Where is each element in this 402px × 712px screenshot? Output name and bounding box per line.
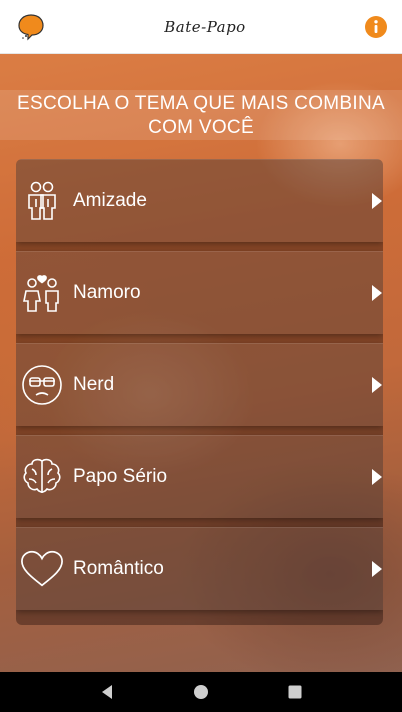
- theme-label: Romântico: [73, 558, 164, 579]
- chat-bubble-logo-icon[interactable]: [16, 12, 46, 42]
- chevron-right-icon: [372, 469, 382, 485]
- app-title: Bate-Papo: [164, 17, 246, 36]
- page-headline: ESCOLHA O TEMA QUE MAIS COMBINA COM VOCÊ: [0, 90, 402, 140]
- theme-label: Nerd: [73, 374, 115, 395]
- brain-icon: [23, 458, 61, 493]
- theme-item-papo-serio[interactable]: Papo Sério: [16, 435, 383, 518]
- theme-label: Namoro: [73, 282, 141, 303]
- nerd-face-icon: [22, 365, 62, 405]
- background-photo: ESCOLHA O TEMA QUE MAIS COMBINA COM VOCÊ…: [0, 54, 402, 672]
- theme-item-romantico[interactable]: Romântico: [16, 527, 383, 610]
- theme-item-amizade[interactable]: Amizade: [16, 159, 383, 242]
- heart-icon: [21, 550, 63, 587]
- chevron-right-icon: [372, 285, 382, 301]
- system-nav-bar: [0, 672, 402, 712]
- theme-label: Papo Sério: [73, 466, 168, 487]
- theme-item-nerd[interactable]: Nerd: [16, 343, 383, 426]
- theme-menu: Amizade Namoro Nerd Papo Sério Romântico: [16, 159, 383, 625]
- chevron-right-icon: [372, 561, 382, 577]
- info-icon[interactable]: [364, 15, 388, 39]
- chevron-right-icon: [372, 377, 382, 393]
- theme-item-namoro[interactable]: Namoro: [16, 251, 383, 334]
- back-icon[interactable]: [97, 682, 117, 702]
- theme-label: Amizade: [73, 190, 147, 211]
- app-header: Bate-Papo: [0, 0, 402, 54]
- friendship-icon: [28, 181, 56, 220]
- home-icon[interactable]: [191, 682, 211, 702]
- recents-icon[interactable]: [285, 682, 305, 702]
- chevron-right-icon: [372, 193, 382, 209]
- couple-icon: [23, 275, 59, 312]
